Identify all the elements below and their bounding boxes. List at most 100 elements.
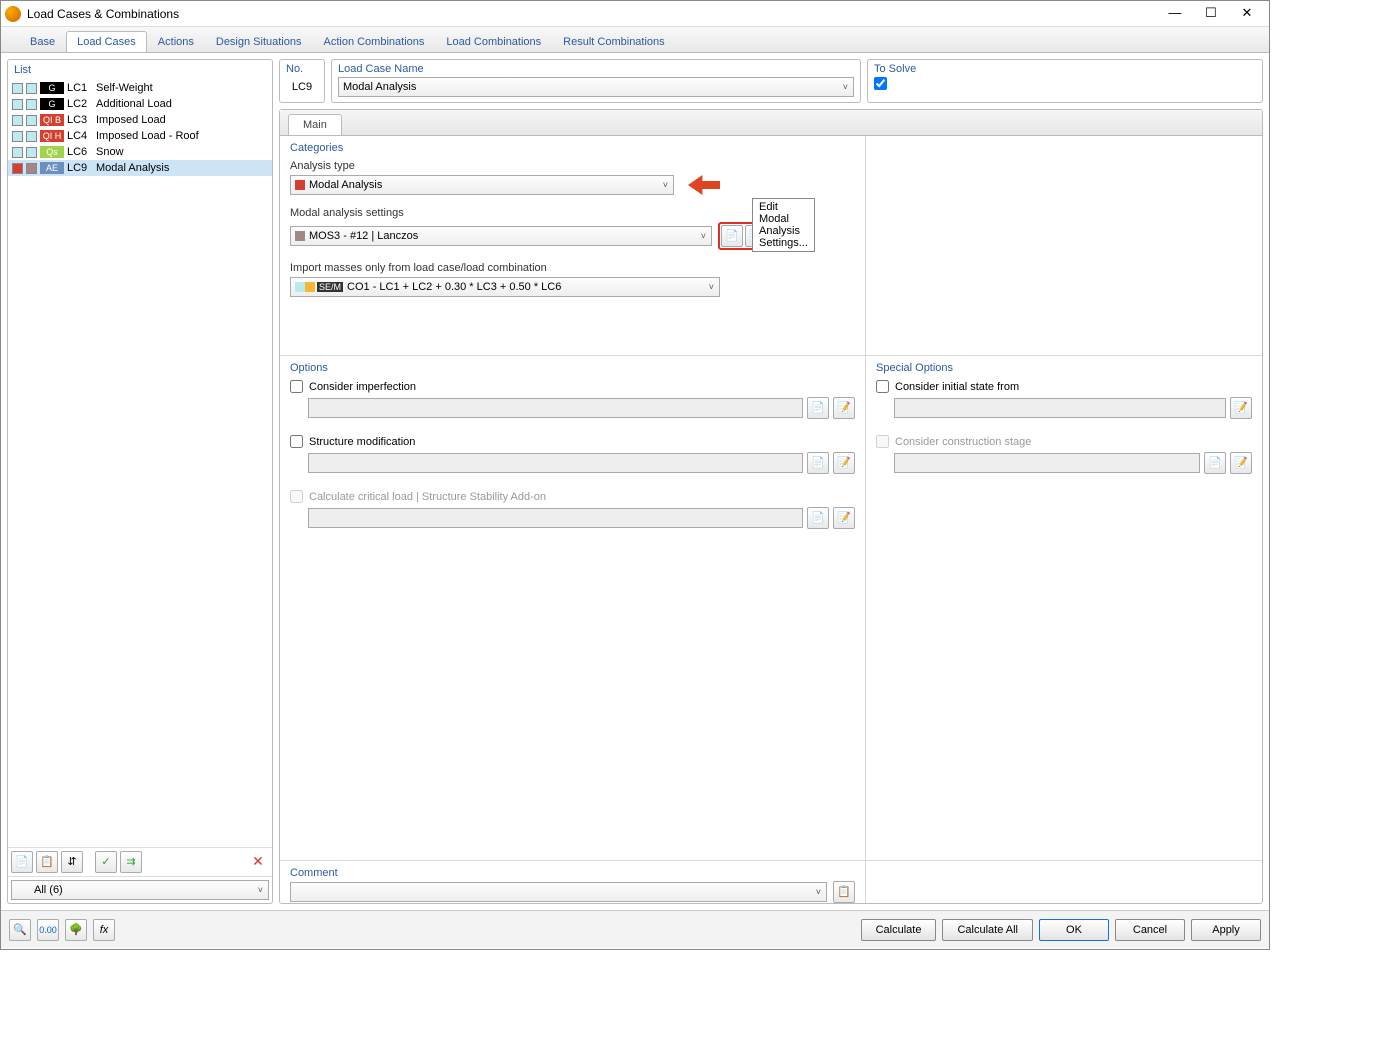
modification-combo[interactable] — [308, 453, 803, 473]
list-filter-combo[interactable]: All (6) — [11, 880, 269, 900]
list-item[interactable]: QsLC6Snow — [8, 144, 272, 160]
list-new-button[interactable]: 📄 — [11, 851, 33, 873]
help-button[interactable]: 🔍 — [9, 919, 31, 941]
tab-result-combinations[interactable]: Result Combinations — [552, 31, 676, 52]
window-title: Load Cases & Combinations — [27, 7, 1157, 21]
calculate-all-button[interactable]: Calculate All — [942, 919, 1033, 941]
list-tag: AE — [40, 162, 64, 174]
main-tabs: Base Load Cases Actions Design Situation… — [1, 27, 1269, 53]
tab-actions[interactable]: Actions — [147, 31, 205, 52]
comment-row: Comment 📋 — [280, 861, 1262, 903]
calculate-button[interactable]: Calculate — [861, 919, 937, 941]
imperfection-new-button[interactable]: 📄 — [807, 397, 829, 419]
no-input[interactable] — [286, 77, 318, 97]
apply-button[interactable]: Apply — [1191, 919, 1261, 941]
units-button[interactable]: 0.00 — [37, 919, 59, 941]
options-row: Options Consider imperfection 📄 📝 Struct… — [280, 356, 1262, 861]
list-name: Imposed Load - Roof — [96, 130, 268, 142]
critical-load-combo — [308, 508, 803, 528]
minimize-button[interactable]: — — [1157, 2, 1193, 26]
edit-settings-tooltip: Edit Modal Analysis Settings... — [752, 198, 815, 252]
construction-stage-edit-button[interactable]: 📝 — [1230, 452, 1252, 474]
list-name: Additional Load — [96, 98, 268, 110]
list-header: List — [8, 60, 272, 80]
tree-button[interactable]: 🌳 — [65, 919, 87, 941]
initial-state-combo[interactable] — [894, 398, 1226, 418]
tab-base[interactable]: Base — [19, 31, 66, 52]
tab-load-cases[interactable]: Load Cases — [66, 31, 147, 52]
list-code: LC9 — [67, 162, 93, 174]
tab-design-situations[interactable]: Design Situations — [205, 31, 313, 52]
modification-label: Structure modification — [309, 436, 415, 448]
modal-settings-combo[interactable]: MOS3 - #12 | Lanczos — [290, 226, 712, 246]
new-settings-button[interactable]: 📄 — [721, 225, 743, 247]
maximize-button[interactable]: ☐ — [1193, 2, 1229, 26]
list-item[interactable]: GLC1Self-Weight — [8, 80, 272, 96]
list-filter: All (6) — [8, 876, 272, 903]
list-item[interactable]: AELC9Modal Analysis — [8, 160, 272, 176]
list-sort-button[interactable]: ⇵ — [61, 851, 83, 873]
list-check-button[interactable]: ✓ — [95, 851, 117, 873]
list-copy-button[interactable]: 📋 — [36, 851, 58, 873]
list-item[interactable]: QI HLC4Imposed Load - Roof — [8, 128, 272, 144]
construction-stage-new-button[interactable]: 📄 — [1204, 452, 1226, 474]
name-value: Modal Analysis — [343, 81, 416, 93]
fx-button[interactable]: fx — [93, 919, 115, 941]
list-name: Imposed Load — [96, 114, 268, 126]
list-code: LC1 — [67, 82, 93, 94]
list-tag: Qs — [40, 146, 64, 158]
initial-state-label: Consider initial state from — [895, 381, 1019, 393]
options-cell: Options Consider imperfection 📄 📝 Struct… — [280, 356, 866, 860]
modification-new-button[interactable]: 📄 — [807, 452, 829, 474]
list-checkall-button[interactable]: ⇉ — [120, 851, 142, 873]
list-name: Self-Weight — [96, 82, 268, 94]
import-swatch1 — [295, 282, 305, 292]
content: List GLC1Self-WeightGLC2Additional LoadQ… — [1, 53, 1269, 910]
imperfection-edit-button[interactable]: 📝 — [833, 397, 855, 419]
critical-load-new-button[interactable]: 📄 — [807, 507, 829, 529]
list-filter-text: All (6) — [34, 884, 63, 896]
close-button[interactable]: ✕ — [1229, 2, 1265, 26]
list-swatch2 — [26, 131, 37, 142]
comment-edit-button[interactable]: 📋 — [833, 881, 855, 903]
list-tag: G — [40, 98, 64, 110]
list-item[interactable]: GLC2Additional Load — [8, 96, 272, 112]
cancel-button[interactable]: Cancel — [1115, 919, 1185, 941]
sub-tabs-bar: Main — [280, 110, 1262, 136]
import-value: CO1 - LC1 + LC2 + 0.30 * LC3 + 0.50 * LC… — [347, 281, 561, 293]
list-swatch2 — [26, 83, 37, 94]
critical-load-edit-button[interactable]: 📝 — [833, 507, 855, 529]
initial-state-checkbox[interactable] — [876, 380, 889, 393]
solve-checkbox[interactable] — [874, 77, 887, 90]
subtab-main[interactable]: Main — [288, 114, 342, 135]
tab-load-combinations[interactable]: Load Combinations — [435, 31, 552, 52]
imperfection-checkbox[interactable] — [290, 380, 303, 393]
comment-combo[interactable] — [290, 882, 827, 902]
list-swatch2 — [26, 99, 37, 110]
modal-settings-value: MOS3 - #12 | Lanczos — [309, 230, 418, 242]
list-swatch1 — [12, 99, 23, 110]
callout-arrow-icon — [688, 175, 720, 195]
list-item[interactable]: QI BLC3Imposed Load — [8, 112, 272, 128]
tab-action-combinations[interactable]: Action Combinations — [312, 31, 435, 52]
initial-state-edit-button[interactable]: 📝 — [1230, 397, 1252, 419]
import-combo[interactable]: SE/M CO1 - LC1 + LC2 + 0.30 * LC3 + 0.50… — [290, 277, 720, 297]
name-combo[interactable]: Modal Analysis — [338, 77, 854, 97]
list-swatch2 — [26, 115, 37, 126]
right-area: No. Load Case Name Modal Analysis To Sol… — [279, 59, 1263, 904]
modification-edit-button[interactable]: 📝 — [833, 452, 855, 474]
comment-title: Comment — [290, 867, 855, 879]
list-swatch1 — [12, 147, 23, 158]
imperfection-combo[interactable] — [308, 398, 803, 418]
no-label: No. — [286, 63, 318, 75]
no-group: No. — [279, 59, 325, 103]
list-swatch1 — [12, 115, 23, 126]
analysis-type-combo[interactable]: Modal Analysis — [290, 175, 674, 195]
list-swatch2 — [26, 147, 37, 158]
solve-group: To Solve — [867, 59, 1263, 103]
ok-button[interactable]: OK — [1039, 919, 1109, 941]
list-delete-button[interactable]: ✕ — [247, 851, 269, 873]
construction-stage-combo — [894, 453, 1200, 473]
top-row: No. Load Case Name Modal Analysis To Sol… — [279, 59, 1263, 103]
modification-checkbox[interactable] — [290, 435, 303, 448]
